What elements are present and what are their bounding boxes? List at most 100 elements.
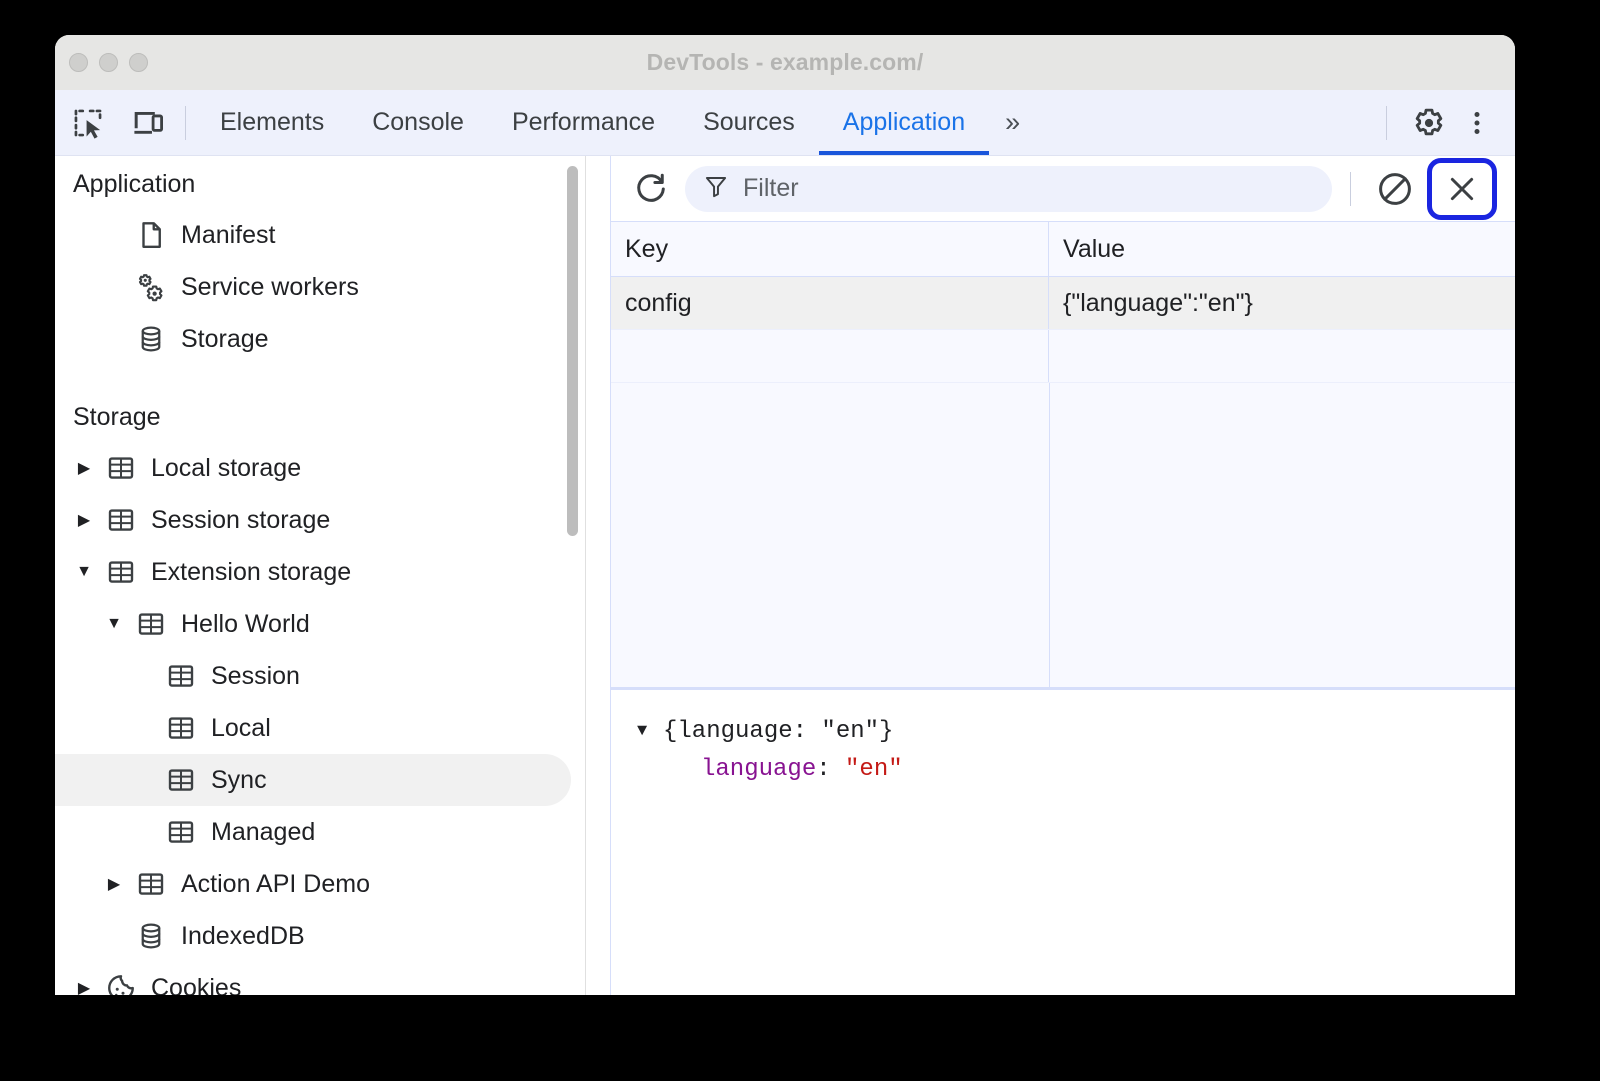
twisty-expanded-icon[interactable]: ▼	[637, 722, 663, 741]
sidebar-item-local[interactable]: Local	[55, 702, 571, 754]
tab-sources-label: Sources	[703, 108, 795, 136]
tab-elements-label: Elements	[220, 108, 325, 136]
table-icon	[159, 661, 203, 691]
sidebar-item-label: Cookies	[151, 973, 242, 996]
sidebar-item-label: Local	[211, 713, 271, 742]
preview-entry-separator: :	[816, 755, 846, 783]
sidebar-item-label: Extension storage	[151, 557, 352, 586]
minimize-window-button[interactable]	[99, 53, 118, 72]
sidebar-item-label: Hello World	[181, 609, 310, 638]
sidebar-item-label: Manifest	[181, 220, 276, 249]
sidebar-item-label: Local storage	[151, 453, 302, 482]
database-icon	[129, 921, 173, 951]
database-icon	[129, 324, 173, 354]
sidebar-item-label: Storage	[181, 324, 269, 353]
table-icon	[129, 869, 173, 899]
twisty-collapsed-icon[interactable]: ▶	[69, 458, 99, 478]
twisty-collapsed-icon[interactable]: ▶	[69, 510, 99, 530]
close-icon[interactable]	[1436, 163, 1488, 215]
devtools-tabs: Elements Console Performance Sources App…	[196, 90, 990, 155]
cell-value: {"language":"en"}	[1063, 288, 1253, 317]
window-traffic-lights[interactable]	[69, 35, 148, 90]
preview-root-line[interactable]: ▼ {language: "en"}	[637, 712, 1515, 750]
application-sidebar: Application Manifest Service workers Sto…	[55, 156, 585, 995]
inspect-element-icon[interactable]	[61, 96, 115, 150]
sidebar-item-local-storage[interactable]: ▶ Local storage	[55, 442, 571, 494]
clear-all-icon[interactable]	[1369, 163, 1421, 215]
sidebar-item-extension-storage[interactable]: ▼ Extension storage	[55, 546, 571, 598]
sidebar-item-action-api-demo[interactable]: ▶ Action API Demo	[55, 858, 571, 910]
devtools-body: Application Manifest Service workers Sto…	[55, 156, 1515, 995]
filter-placeholder-text: Filter	[743, 174, 799, 202]
table-icon	[159, 713, 203, 743]
value-preview-panel: ▼ {language: "en"} language : "en"	[611, 690, 1515, 995]
preview-entry-value: "en"	[845, 755, 903, 783]
window-title: DevTools - example.com/	[646, 49, 924, 75]
tabbar-right-group	[1368, 90, 1515, 155]
sidebar-item-storage[interactable]: Storage	[55, 313, 571, 365]
more-tabs-icon[interactable]: »	[989, 90, 1036, 155]
gears-icon	[129, 272, 173, 302]
storage-panel: Filter Key Value config {"language":"en"…	[610, 156, 1515, 995]
cell-value-empty	[1049, 330, 1515, 382]
twisty-collapsed-icon[interactable]: ▶	[99, 874, 129, 894]
table-icon	[159, 817, 203, 847]
table-empty-value-col	[1050, 383, 1515, 687]
preview-entry-key: language	[701, 755, 817, 783]
device-toolbar-icon[interactable]	[121, 96, 175, 150]
tabbar-right-divider	[1386, 105, 1387, 140]
table-empty-area	[611, 383, 1515, 687]
table-row[interactable]: config {"language":"en"}	[611, 277, 1515, 330]
preview-entry-line: language : "en"	[637, 750, 1515, 788]
maximize-window-button[interactable]	[129, 53, 148, 72]
devtools-tabbar: Elements Console Performance Sources App…	[55, 90, 1515, 156]
column-header-value[interactable]: Value	[1049, 222, 1515, 276]
cookie-icon	[99, 973, 143, 995]
sidebar-item-label: Session	[211, 661, 300, 690]
refresh-icon[interactable]	[625, 163, 677, 215]
settings-gear-icon[interactable]	[1405, 99, 1453, 147]
cell-key: config	[611, 277, 1049, 329]
delete-selected-focus-ring	[1427, 157, 1497, 220]
sidebar-item-indexeddb[interactable]: IndexedDB	[55, 910, 571, 962]
tab-application-label: Application	[842, 108, 966, 136]
tab-performance-label: Performance	[511, 108, 656, 136]
table-row-empty[interactable]	[611, 330, 1515, 383]
sidebar-item-label: Service workers	[181, 272, 359, 301]
close-window-button[interactable]	[69, 53, 88, 72]
sidebar-item-sync[interactable]: Sync	[55, 754, 571, 806]
screenshot-root: DevTools - example.com/ Elements Console…	[0, 0, 1600, 1081]
sidebar-item-cookies[interactable]: ▶ Cookies	[55, 962, 571, 995]
table-icon	[159, 765, 203, 795]
sidebar-scrollbar[interactable]	[567, 166, 578, 536]
funnel-icon	[703, 173, 729, 204]
more-options-icon[interactable]	[1453, 99, 1501, 147]
twisty-expanded-icon[interactable]: ▼	[69, 563, 99, 581]
column-header-key[interactable]: Key	[611, 222, 1049, 276]
toolbar-divider	[1350, 171, 1351, 206]
table-header-row: Key Value	[611, 222, 1515, 277]
table-icon	[99, 557, 143, 587]
sidebar-item-session[interactable]: Session	[55, 650, 571, 702]
twisty-expanded-icon[interactable]: ▼	[99, 615, 129, 633]
tab-console[interactable]: Console	[348, 90, 488, 155]
filter-input[interactable]: Filter	[685, 165, 1332, 212]
storage-toolbar: Filter	[611, 156, 1515, 222]
sidebar-item-label: Action API Demo	[181, 869, 370, 898]
storage-data-table: Key Value config {"language":"en"}	[611, 222, 1515, 690]
sidebar-item-label: Sync	[211, 765, 267, 794]
cell-key-empty	[611, 330, 1049, 382]
tab-sources[interactable]: Sources	[679, 90, 819, 155]
sidebar-item-session-storage[interactable]: ▶ Session storage	[55, 494, 571, 546]
tab-application[interactable]: Application	[818, 90, 990, 155]
sidebar-section-storage-heading: Storage	[73, 403, 161, 431]
twisty-collapsed-icon[interactable]: ▶	[69, 978, 99, 995]
sidebar-item-service-workers[interactable]: Service workers	[55, 261, 571, 313]
table-icon	[99, 505, 143, 535]
table-icon	[129, 609, 173, 639]
tab-elements[interactable]: Elements	[196, 90, 348, 155]
sidebar-item-manifest[interactable]: Manifest	[55, 209, 571, 261]
tab-performance[interactable]: Performance	[488, 90, 679, 155]
sidebar-item-hello-world[interactable]: ▼ Hello World	[55, 598, 571, 650]
sidebar-item-managed[interactable]: Managed	[55, 806, 571, 858]
